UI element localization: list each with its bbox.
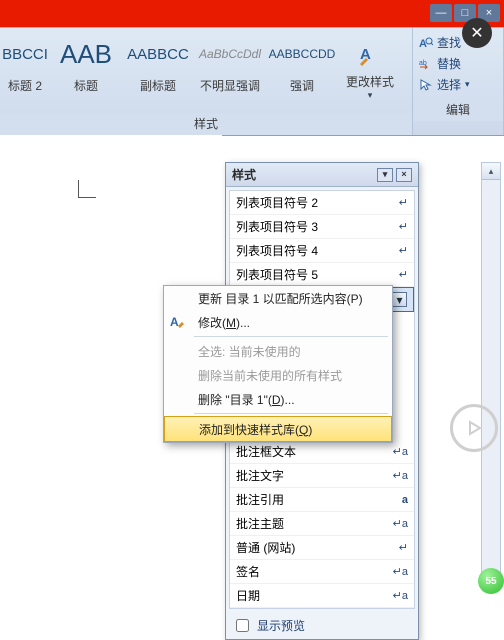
style-tile-subtitle[interactable]: AABBCC 副标题: [122, 28, 194, 113]
menu-modify[interactable]: A 修改(M)...: [164, 310, 392, 334]
pane-title-bar[interactable]: 样式 ▾ ×: [226, 163, 418, 187]
style-item[interactable]: 签名↵a: [230, 560, 414, 584]
menu-select-all: 全选: 当前未使用的: [164, 339, 392, 363]
minimize-button[interactable]: —: [430, 4, 452, 22]
play-circle-icon[interactable]: [450, 404, 498, 452]
styles-gallery[interactable]: BBCCI 标题 2 AAB 标题 AABBCC 副标题 AaBbCcDdl 不…: [0, 28, 412, 113]
menu-update-to-match[interactable]: 更新 目录 1 以匹配所选内容(P): [164, 286, 392, 310]
show-preview-input[interactable]: [236, 619, 249, 632]
style-item[interactable]: 批注主题↵a: [230, 512, 414, 536]
change-styles-icon: A: [356, 41, 384, 69]
select-button[interactable]: 选择▾: [419, 74, 497, 95]
group-label-styles: 样式: [0, 113, 412, 135]
scroll-up-icon[interactable]: ▴: [482, 163, 500, 180]
overlay-close-icon[interactable]: ✕: [462, 18, 492, 48]
style-item[interactable]: 批注框文本↵a: [230, 440, 414, 464]
style-item[interactable]: 列表项目符号 4↵: [230, 239, 414, 263]
style-item[interactable]: 列表项目符号 2↵: [230, 191, 414, 215]
ribbon: BBCCI 标题 2 AAB 标题 AABBCC 副标题 AaBbCcDdl 不…: [0, 27, 504, 136]
style-context-menu: 更新 目录 1 以匹配所选内容(P) A 修改(M)... 全选: 当前未使用的…: [163, 285, 393, 443]
style-tile-heading2[interactable]: BBCCI 标题 2: [0, 28, 50, 113]
pane-close-icon[interactable]: ×: [396, 168, 412, 182]
style-item[interactable]: 批注引用a: [230, 488, 414, 512]
style-item[interactable]: 普通 (网站)↵: [230, 536, 414, 560]
menu-add-to-quick-styles[interactable]: 添加到快速样式库(Q): [164, 416, 392, 442]
svg-text:A: A: [170, 315, 179, 329]
style-tile-subtle-emphasis[interactable]: AaBbCcDdl 不明显强调: [194, 28, 266, 113]
change-styles-button[interactable]: A 更改样式 ▾: [338, 28, 402, 113]
status-badge[interactable]: 55: [478, 568, 504, 594]
vertical-scrollbar[interactable]: ▴: [481, 162, 501, 574]
title-bar: [0, 0, 504, 27]
menu-separator: [194, 336, 388, 337]
style-tile-emphasis[interactable]: AABBCCDD 强调: [266, 28, 338, 113]
style-item-dropdown-icon[interactable]: ▾: [392, 292, 407, 307]
pane-title: 样式: [232, 166, 256, 183]
replace-button[interactable]: ab 替换: [419, 53, 497, 74]
modify-icon: A: [164, 314, 190, 330]
style-item[interactable]: 列表项目符号 5↵: [230, 263, 414, 287]
window-buttons: — □ ×: [430, 4, 500, 22]
menu-separator: [194, 413, 388, 414]
style-item[interactable]: 列表项目符号 3↵: [230, 215, 414, 239]
style-item[interactable]: 批注文字↵a: [230, 464, 414, 488]
style-tile-title[interactable]: AAB 标题: [50, 28, 122, 113]
menu-delete-all-unused: 删除当前未使用的所有样式: [164, 363, 392, 387]
style-item[interactable]: 日期↵a: [230, 584, 414, 608]
pane-dropdown-icon[interactable]: ▾: [377, 168, 393, 182]
menu-delete-style[interactable]: 删除 "目录 1"(D)...: [164, 387, 392, 411]
show-preview-checkbox[interactable]: 显示预览: [226, 612, 418, 639]
group-label-edit: 编辑: [413, 99, 503, 121]
page-corner-mark: [78, 180, 100, 202]
